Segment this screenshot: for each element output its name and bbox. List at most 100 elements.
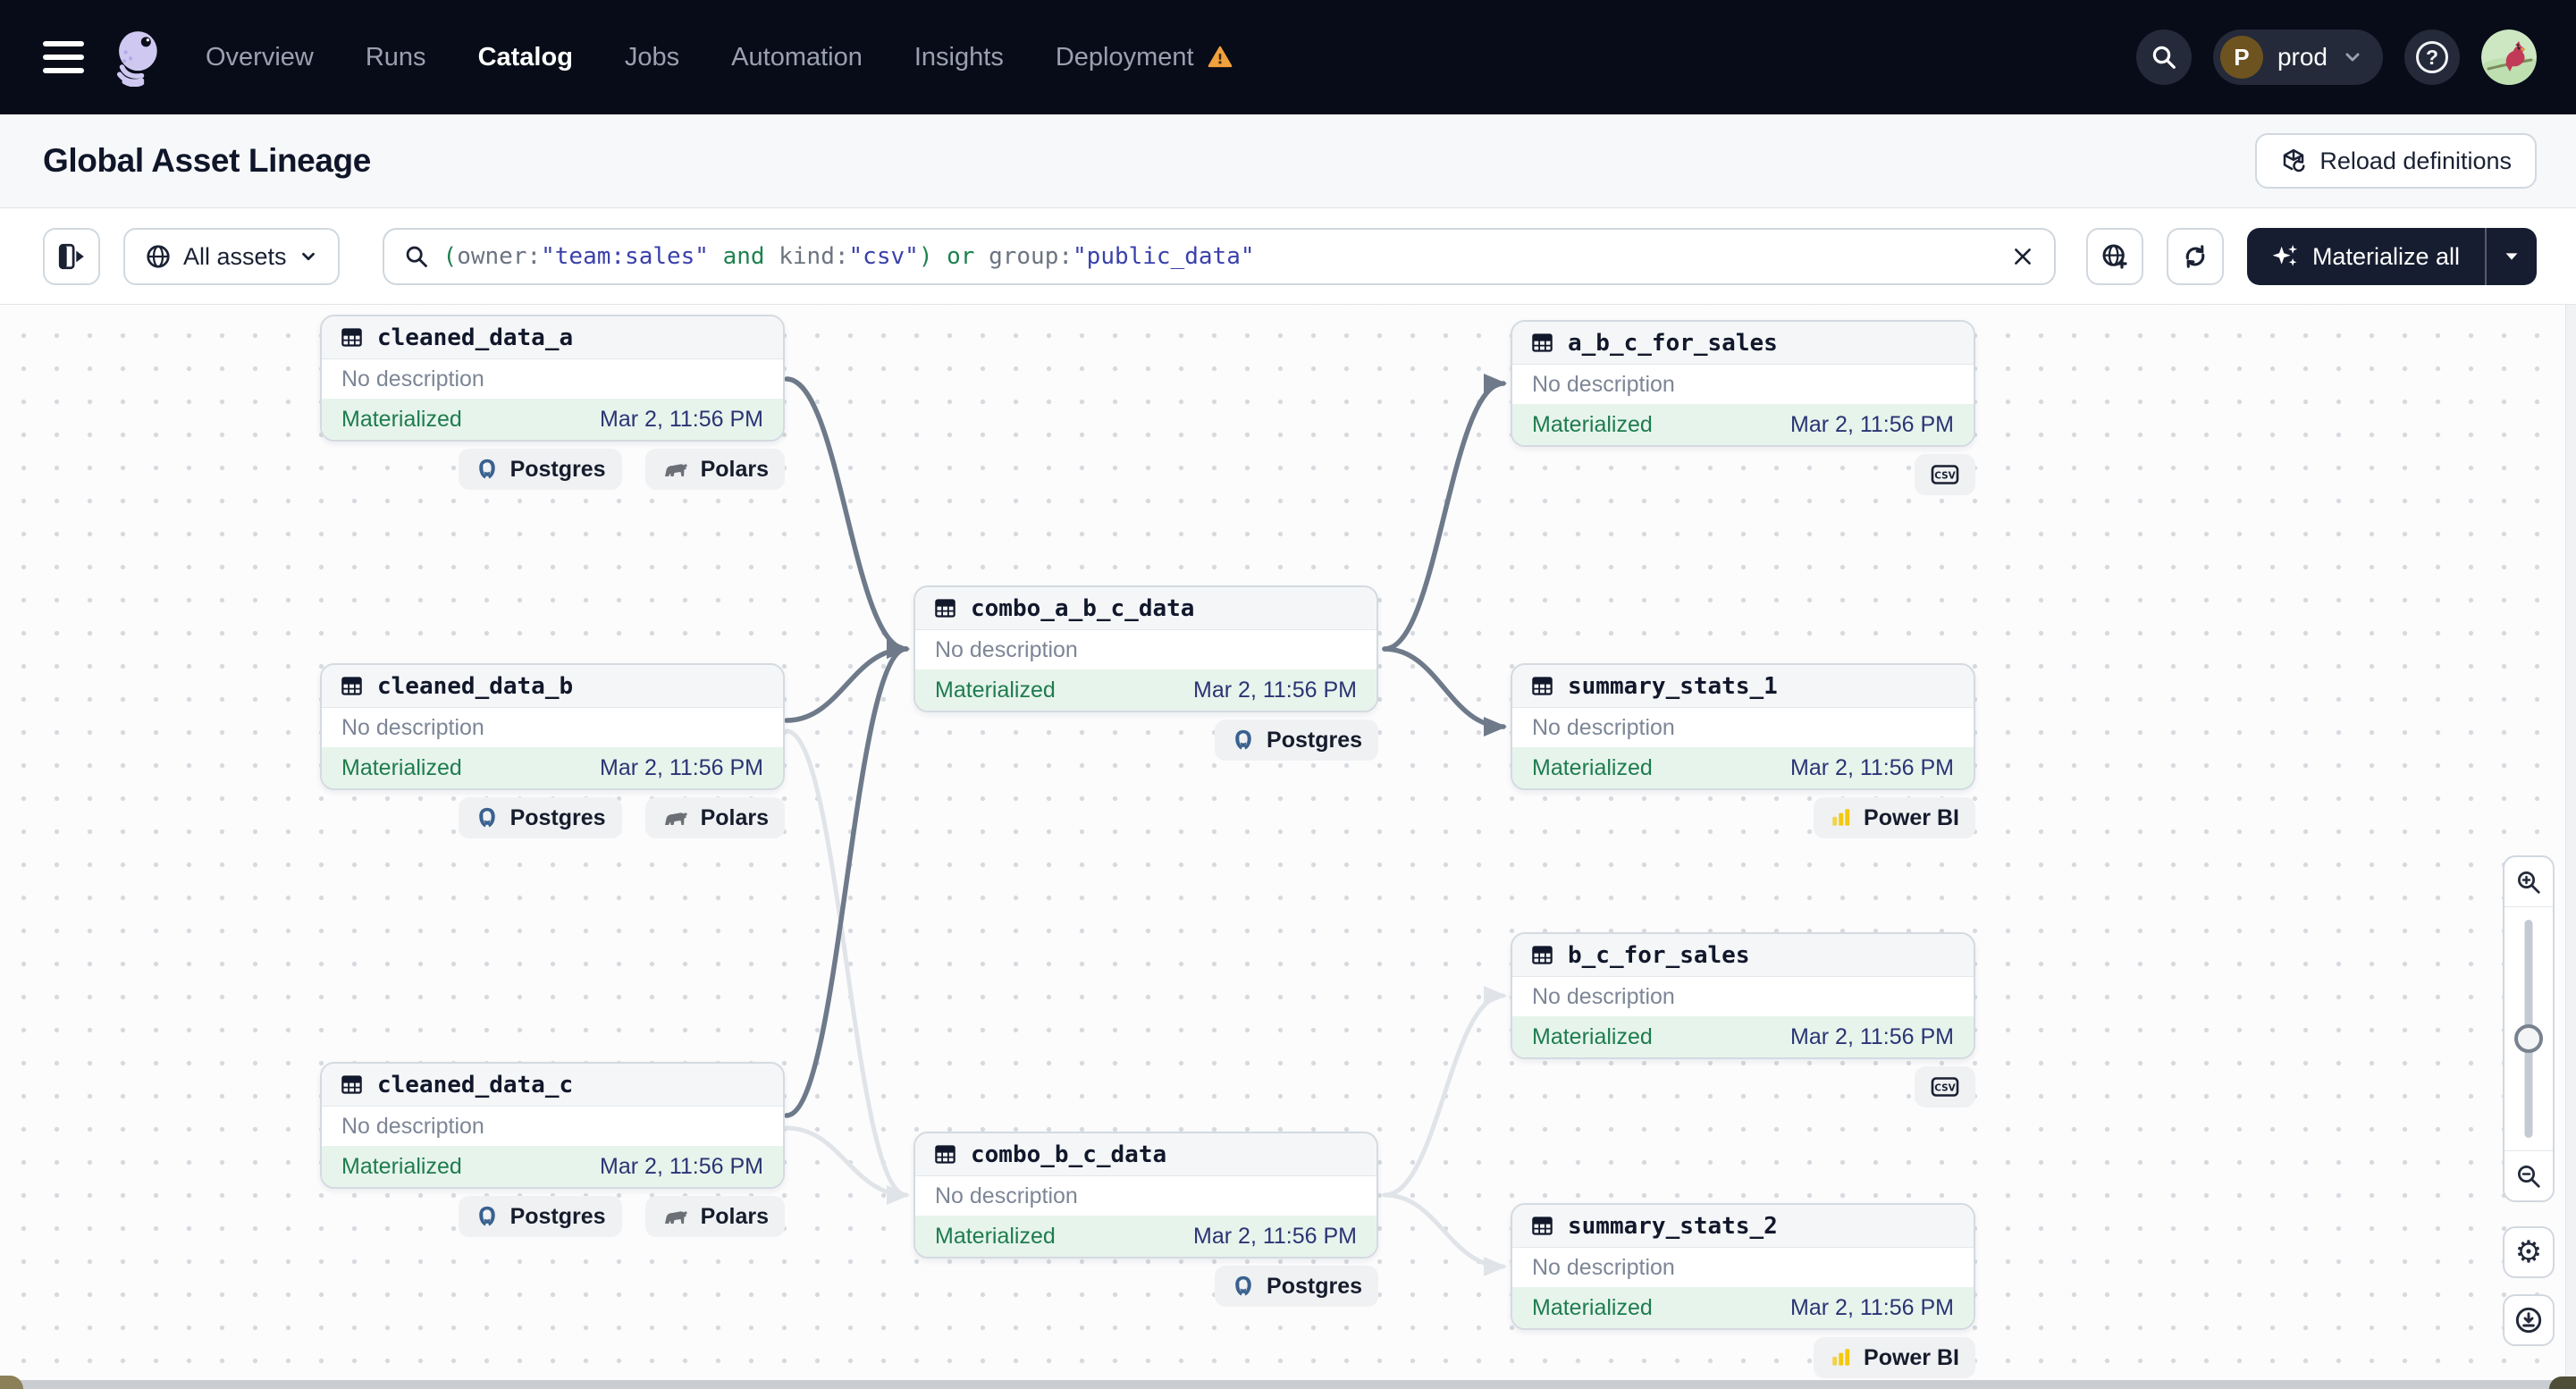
- help-button[interactable]: ?: [2404, 29, 2460, 85]
- asset-description: No description: [935, 636, 1078, 662]
- nav-item-insights[interactable]: Insights: [914, 43, 1004, 72]
- asset-kind-tags: Power BI: [1511, 1337, 1975, 1378]
- refresh-button[interactable]: [2166, 228, 2224, 285]
- kind-tag-csv[interactable]: CSV: [1915, 1066, 1975, 1107]
- asset-name: cleaned_data_b: [377, 672, 574, 700]
- kind-tag-csv[interactable]: CSV: [1915, 454, 1975, 495]
- open-asset-panel-button[interactable]: [43, 228, 100, 285]
- kind-tag-postgres[interactable]: Postgres: [458, 449, 622, 490]
- materialized-timestamp[interactable]: Mar 2, 11:56 PM: [1193, 678, 1357, 703]
- query-segment-paren: (: [442, 243, 458, 270]
- search-icon: [406, 246, 427, 267]
- deployment-switcher[interactable]: P prod: [2212, 29, 2383, 85]
- kind-tag-powerbi[interactable]: Power BI: [1814, 797, 1975, 838]
- kind-tag-label: Postgres: [509, 1203, 606, 1229]
- postgres-icon: [1235, 729, 1251, 750]
- materialize-options-button[interactable]: [2487, 247, 2537, 266]
- asset-scope-dropdown[interactable]: All assets: [123, 228, 340, 285]
- kind-tag-label: Postgres: [509, 804, 606, 830]
- zoom-slider[interactable]: [2504, 907, 2553, 1150]
- menu-icon[interactable]: [43, 41, 84, 73]
- canvas-scrollbar[interactable]: [2565, 305, 2576, 1389]
- query-segment-value: "csv": [848, 243, 919, 270]
- asset-node-combo_b_c_data[interactable]: combo_b_c_data No description Materializ…: [913, 1132, 1378, 1259]
- external-assets-button[interactable]: [2085, 228, 2143, 285]
- power-bi-icon: [1832, 1349, 1850, 1366]
- sparkle-icon: [2272, 244, 2298, 266]
- nav-item-jobs[interactable]: Jobs: [625, 43, 679, 72]
- reload-definitions-button[interactable]: Reload definitions: [2255, 133, 2537, 189]
- asset-node-cleaned_data_c[interactable]: cleaned_data_c No description Materializ…: [320, 1062, 785, 1189]
- materialized-timestamp[interactable]: Mar 2, 11:56 PM: [600, 1154, 763, 1180]
- panel-expand-icon: [58, 243, 84, 270]
- materialized-timestamp[interactable]: Mar 2, 11:56 PM: [600, 407, 763, 433]
- asset-status-bar: Materialized Mar 2, 11:56 PM: [1512, 404, 1974, 445]
- search-query[interactable]: (owner:"team:sales" and kind:"csv") or g…: [443, 243, 1997, 270]
- asset-node-b_c_for_sales[interactable]: b_c_for_sales No description Materialize…: [1511, 932, 1975, 1059]
- kind-tag-polars[interactable]: Polars: [644, 449, 785, 490]
- clear-search-icon[interactable]: [2011, 245, 2034, 268]
- zoom-out-button[interactable]: [2504, 1150, 2553, 1200]
- kind-tag-polars[interactable]: Polars: [644, 797, 785, 838]
- kind-tag-postgres[interactable]: Postgres: [458, 1196, 622, 1237]
- asset-node-combo_a_b_c_data[interactable]: combo_a_b_c_data No description Material…: [913, 585, 1378, 712]
- kind-tag-powerbi[interactable]: Power BI: [1814, 1337, 1975, 1378]
- asset-node-a_b_c_for_sales[interactable]: a_b_c_for_sales No description Materiali…: [1511, 320, 1975, 447]
- materialized-timestamp[interactable]: Mar 2, 11:56 PM: [1193, 1224, 1357, 1250]
- materialized-timestamp[interactable]: Mar 2, 11:56 PM: [1790, 755, 1954, 781]
- zoom-in-icon: [2518, 871, 2540, 894]
- nav-item-automation[interactable]: Automation: [731, 43, 863, 72]
- chevron-down-icon: [2345, 53, 2360, 62]
- table-icon: [341, 677, 362, 695]
- nav-item-catalog[interactable]: Catalog: [478, 43, 573, 72]
- asset-name: summary_stats_1: [1568, 672, 1778, 700]
- asset-search-input[interactable]: (owner:"team:sales" and kind:"csv") or g…: [382, 228, 2056, 285]
- search-button[interactable]: [2135, 29, 2192, 85]
- canvas-bottom-edge: [0, 1380, 2576, 1389]
- user-avatar[interactable]: [2481, 29, 2537, 85]
- materialized-timestamp[interactable]: Mar 2, 11:56 PM: [1790, 1295, 1954, 1321]
- asset-node-header: b_c_for_sales: [1512, 934, 1974, 977]
- materialize-all-label: Materialize all: [2311, 242, 2460, 270]
- nav-item-deployment[interactable]: Deployment: [1056, 43, 1233, 72]
- asset-node-summary_stats_1[interactable]: summary_stats_1 No description Materiali…: [1511, 663, 1975, 790]
- postgres-icon: [478, 459, 495, 479]
- asset-status-bar: Materialized Mar 2, 11:56 PM: [915, 669, 1376, 711]
- materialized-timestamp[interactable]: Mar 2, 11:56 PM: [600, 755, 763, 781]
- nav-item-overview[interactable]: Overview: [206, 43, 314, 72]
- materialized-status: Materialized: [935, 1223, 1056, 1249]
- kind-tag-polars[interactable]: Polars: [644, 1196, 785, 1237]
- materialized-timestamp[interactable]: Mar 2, 11:56 PM: [1790, 412, 1954, 438]
- kind-tag-postgres[interactable]: Postgres: [458, 797, 622, 838]
- query-segment-attr: group:: [989, 243, 1073, 270]
- materialized-timestamp[interactable]: Mar 2, 11:56 PM: [1790, 1024, 1954, 1050]
- top-nav-bar: Overview Runs Catalog Jobs Automation Insight…: [0, 0, 2576, 114]
- zoom-in-button[interactable]: [2504, 857, 2553, 907]
- dagster-logo-icon[interactable]: [107, 28, 166, 87]
- kind-tag-label: Power BI: [1864, 1344, 1959, 1370]
- asset-description: No description: [341, 714, 484, 740]
- kind-tag-postgres[interactable]: Postgres: [1215, 720, 1378, 761]
- table-icon: [341, 328, 362, 347]
- asset-node-cleaned_data_b[interactable]: cleaned_data_b No description Materializ…: [320, 663, 785, 790]
- graph-settings-button[interactable]: ⚙: [2503, 1226, 2555, 1278]
- asset-node-header: a_b_c_for_sales: [1512, 322, 1974, 365]
- download-graph-button[interactable]: [2503, 1294, 2555, 1346]
- materialized-status: Materialized: [1532, 754, 1653, 780]
- query-segment-attr: owner:: [457, 243, 542, 270]
- asset-node-header: cleaned_data_c: [322, 1064, 783, 1107]
- kind-tag-postgres[interactable]: Postgres: [1215, 1266, 1378, 1307]
- refresh-icon: [2185, 245, 2205, 268]
- query-segment-op: and: [708, 243, 779, 270]
- nav-item-runs[interactable]: Runs: [366, 43, 426, 72]
- zoom-slider-thumb[interactable]: [2514, 1024, 2543, 1053]
- asset-name: summary_stats_2: [1568, 1212, 1778, 1240]
- table-icon: [935, 1145, 955, 1164]
- asset-node-cleaned_data_a[interactable]: cleaned_data_a No description Materializ…: [320, 315, 785, 442]
- gear-icon: ⚙: [2514, 1234, 2543, 1270]
- materialize-all-button[interactable]: Materialize all: [2247, 243, 2485, 271]
- reload-definitions-label: Reload definitions: [2319, 147, 2512, 174]
- asset-node-summary_stats_2[interactable]: summary_stats_2 No description Materiali…: [1511, 1203, 1975, 1330]
- caret-down-icon: [2505, 253, 2518, 260]
- asset-status-bar: Materialized Mar 2, 11:56 PM: [322, 399, 783, 440]
